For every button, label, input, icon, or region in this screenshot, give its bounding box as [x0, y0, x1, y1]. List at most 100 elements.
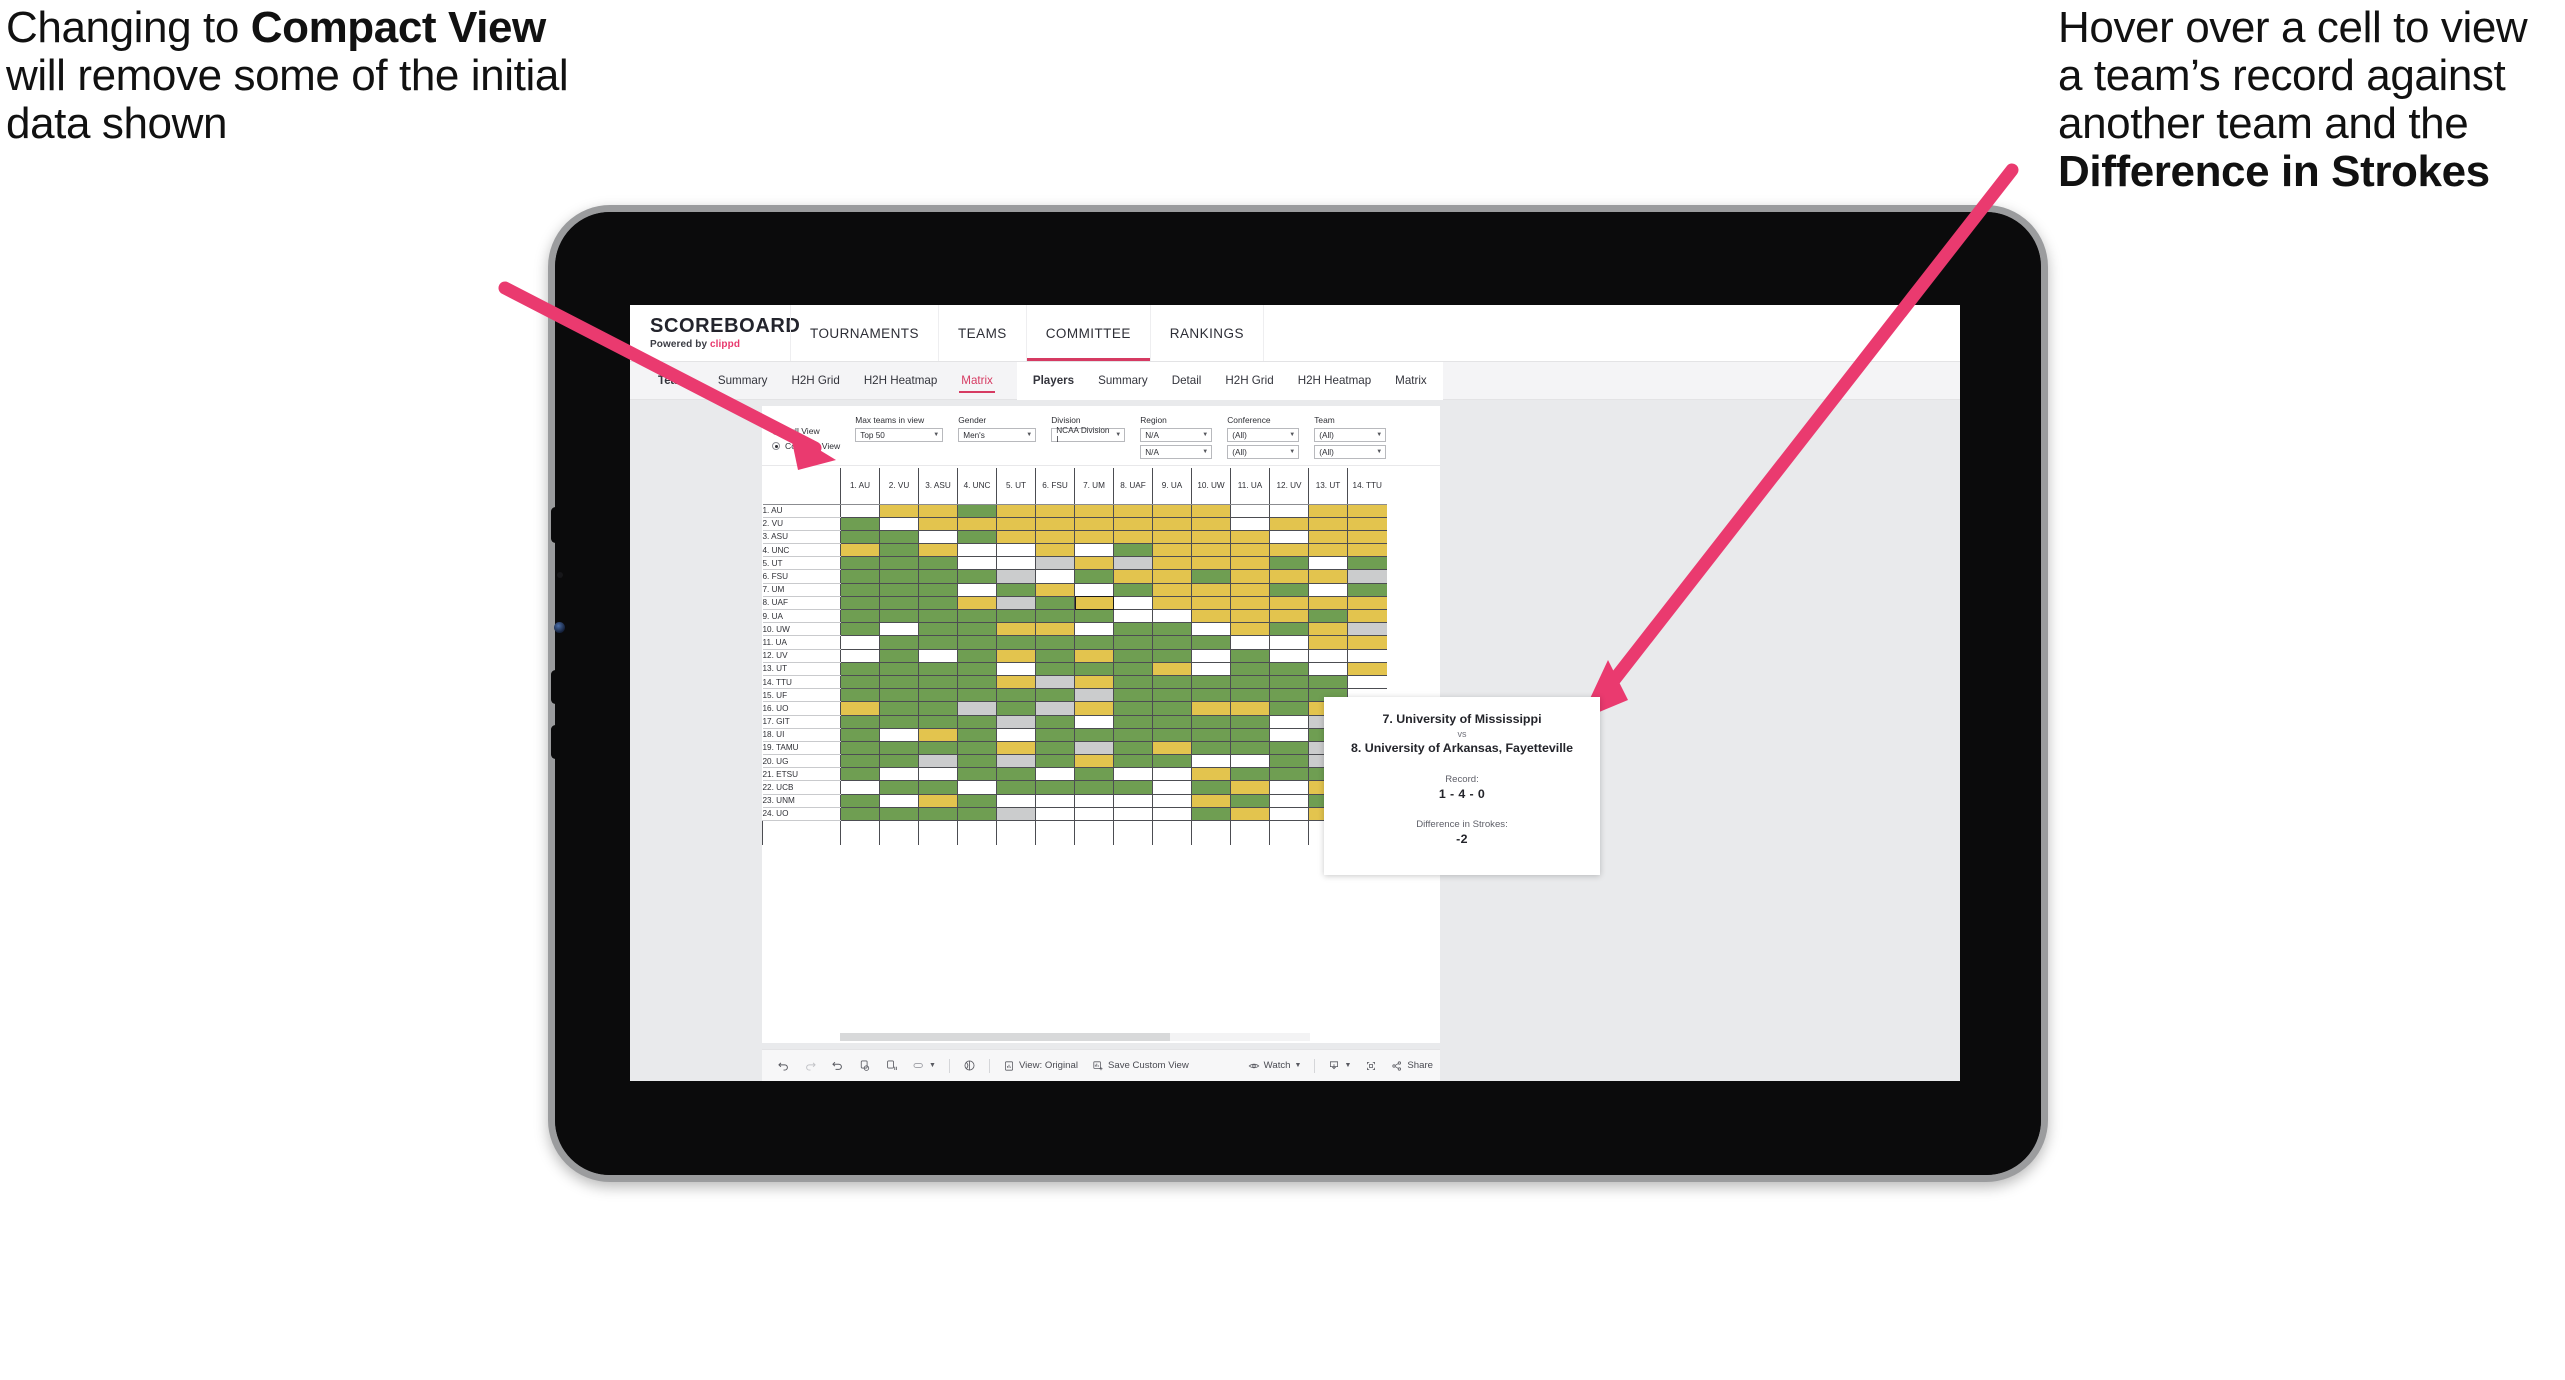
- matrix-cell[interactable]: [996, 649, 1036, 663]
- matrix-cell[interactable]: [918, 688, 958, 703]
- matrix-cell[interactable]: [1074, 622, 1114, 637]
- matrix-col-header[interactable]: 2. VU: [879, 468, 919, 505]
- matrix-cell[interactable]: [1074, 767, 1114, 782]
- matrix-cell[interactable]: [918, 596, 958, 611]
- matrix-row-header[interactable]: 20. UG: [762, 754, 841, 769]
- matrix-cell[interactable]: [996, 675, 1036, 690]
- matrix-cell[interactable]: [1347, 609, 1387, 624]
- matrix-cell[interactable]: [1035, 807, 1075, 822]
- matrix-cell[interactable]: [1308, 662, 1348, 676]
- matrix-cell[interactable]: [1113, 543, 1153, 558]
- matrix-cell[interactable]: [1230, 780, 1270, 795]
- matrix-cell[interactable]: [879, 688, 919, 703]
- matrix-cell[interactable]: [1230, 741, 1270, 756]
- matrix-cell[interactable]: [1269, 530, 1309, 545]
- matrix-cell[interactable]: [957, 635, 997, 650]
- matrix-cell[interactable]: [1035, 754, 1075, 769]
- matrix-cell[interactable]: [1230, 767, 1270, 782]
- subnav-teams-h2h-heatmap[interactable]: H2H Heatmap: [852, 362, 949, 400]
- matrix-cell[interactable]: [879, 794, 919, 808]
- matrix-cell[interactable]: [1191, 662, 1231, 676]
- matrix-cell[interactable]: [918, 569, 958, 584]
- matrix-cell[interactable]: [1191, 780, 1231, 795]
- matrix-cell[interactable]: [1191, 649, 1231, 663]
- matrix-cell[interactable]: [918, 701, 958, 716]
- matrix-row-header[interactable]: 17. GIT: [762, 715, 841, 729]
- matrix-cell[interactable]: [1113, 780, 1153, 795]
- matrix-cell[interactable]: [1191, 609, 1231, 624]
- matrix-cell[interactable]: [1152, 635, 1192, 650]
- matrix-cell[interactable]: [1230, 754, 1270, 769]
- matrix-row-header[interactable]: 15. UF: [762, 688, 841, 703]
- matrix-cell[interactable]: [1347, 583, 1387, 597]
- matrix-row-header[interactable]: 19. TAMU: [762, 741, 841, 756]
- matrix-cell[interactable]: [840, 622, 880, 637]
- matrix-row-header[interactable]: 12. UV: [762, 649, 841, 663]
- matrix-cell[interactable]: [1347, 517, 1387, 531]
- matrix-cell[interactable]: [1152, 780, 1192, 795]
- matrix-cell[interactable]: [918, 675, 958, 690]
- filter-region-select-2[interactable]: N/A ▼: [1140, 445, 1213, 459]
- undo-icon[interactable]: [770, 1050, 797, 1082]
- matrix-cell[interactable]: [1113, 741, 1153, 756]
- matrix-cell[interactable]: [840, 583, 880, 597]
- matrix-cell[interactable]: [996, 794, 1036, 808]
- matrix-cell[interactable]: [1230, 504, 1270, 518]
- matrix-cell[interactable]: [996, 688, 1036, 703]
- matrix-cell[interactable]: [918, 530, 958, 545]
- matrix-cell[interactable]: [1074, 649, 1114, 663]
- matrix-cell[interactable]: [879, 609, 919, 624]
- matrix-cell[interactable]: [1269, 662, 1309, 676]
- matrix-row-header[interactable]: 16. UO: [762, 701, 841, 716]
- matrix-cell[interactable]: [1191, 569, 1231, 584]
- matrix-cell[interactable]: [996, 609, 1036, 624]
- matrix-cell[interactable]: [1269, 715, 1309, 729]
- matrix-cell[interactable]: [1113, 662, 1153, 676]
- matrix-cell[interactable]: [1074, 780, 1114, 795]
- matrix-cell[interactable]: [879, 807, 919, 822]
- filter-region-select[interactable]: N/A ▼: [1140, 428, 1213, 442]
- matrix-cell[interactable]: [1113, 701, 1153, 716]
- matrix-cell[interactable]: [1152, 556, 1192, 571]
- matrix-row-header[interactable]: 4. UNC: [762, 543, 841, 558]
- matrix-cell[interactable]: [1308, 504, 1348, 518]
- matrix-cell[interactable]: [840, 728, 880, 742]
- matrix-col-header[interactable]: 11. UA: [1230, 468, 1270, 505]
- matrix-cell[interactable]: [1152, 583, 1192, 597]
- matrix-cell[interactable]: [918, 807, 958, 822]
- matrix-cell[interactable]: [1074, 530, 1114, 545]
- matrix-cell[interactable]: [879, 543, 919, 558]
- subnav-players-detail[interactable]: Detail: [1160, 362, 1214, 400]
- matrix-cell[interactable]: [1074, 609, 1114, 624]
- matrix-cell[interactable]: [1191, 622, 1231, 637]
- matrix-cell[interactable]: [1308, 543, 1348, 558]
- matrix-row-header[interactable]: 24. UO: [762, 807, 841, 822]
- matrix-cell[interactable]: [879, 556, 919, 571]
- matrix-cell[interactable]: [957, 569, 997, 584]
- matrix-row-header[interactable]: 8. UAF: [762, 596, 841, 611]
- matrix-cell[interactable]: [1113, 754, 1153, 769]
- matrix-cell[interactable]: [1152, 649, 1192, 663]
- matrix-cell[interactable]: [918, 754, 958, 769]
- matrix-cell[interactable]: [1191, 517, 1231, 531]
- matrix-cell[interactable]: [840, 767, 880, 782]
- matrix-cell[interactable]: [1074, 741, 1114, 756]
- matrix-cell[interactable]: [1074, 701, 1114, 716]
- matrix-cell[interactable]: [1230, 807, 1270, 822]
- matrix-cell[interactable]: [1035, 715, 1075, 729]
- matrix-cell[interactable]: [1308, 569, 1348, 584]
- revert-icon[interactable]: [824, 1050, 851, 1082]
- matrix-cell[interactable]: [996, 569, 1036, 584]
- matrix-cell[interactable]: [879, 504, 919, 518]
- matrix-cell[interactable]: [957, 543, 997, 558]
- matrix-col-header[interactable]: 14. TTU: [1347, 468, 1387, 505]
- matrix-cell[interactable]: [1230, 609, 1270, 624]
- matrix-cell[interactable]: [1113, 609, 1153, 624]
- matrix-cell[interactable]: [1269, 569, 1309, 584]
- matrix-cell[interactable]: [840, 741, 880, 756]
- matrix-row-header[interactable]: 1. AU: [762, 504, 841, 518]
- matrix-cell[interactable]: [1191, 794, 1231, 808]
- matrix-cell[interactable]: [957, 675, 997, 690]
- matrix-cell[interactable]: [1269, 807, 1309, 822]
- matrix-row-header[interactable]: 10. UW: [762, 622, 841, 637]
